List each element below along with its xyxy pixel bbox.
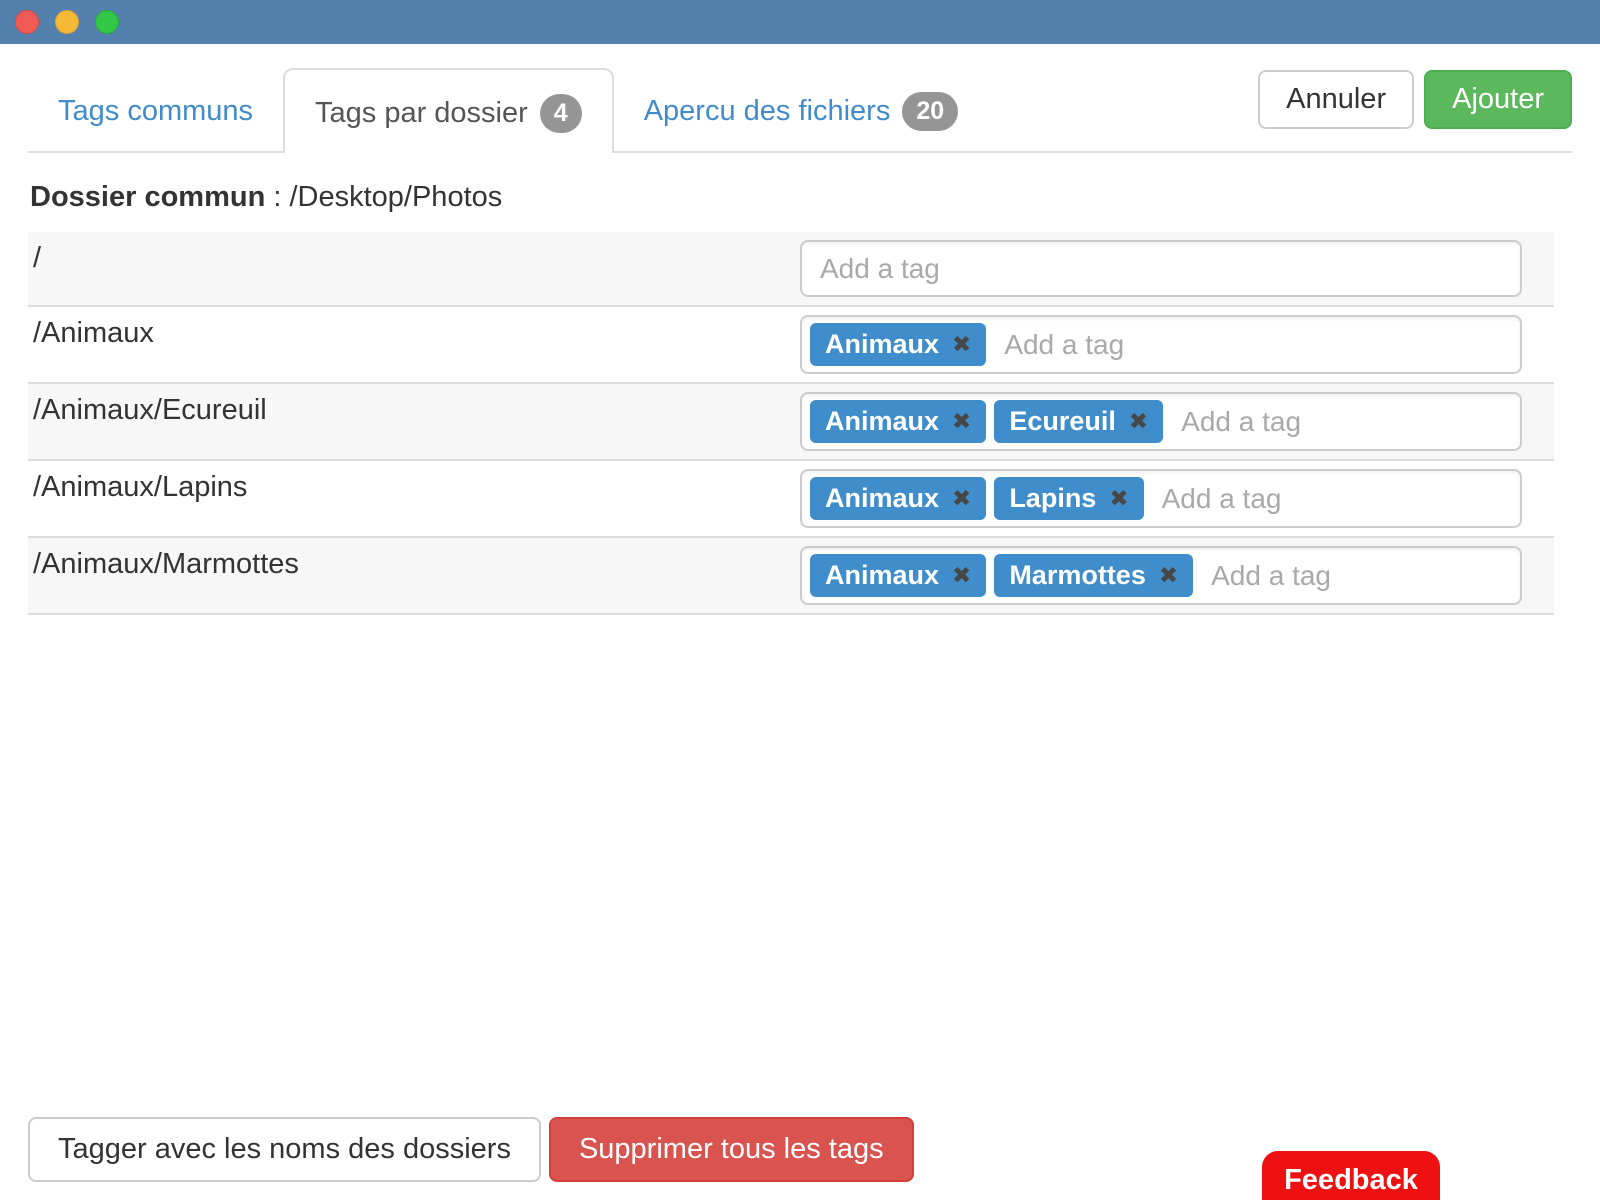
remove-tag-icon[interactable]: ✖ [1109, 487, 1128, 510]
folder-tag-table: / Add a tag/Animaux Animaux ✖ Add a tag/Anim… [28, 232, 1554, 615]
minimize-window-icon[interactable] [55, 10, 79, 34]
folder-path: /Animaux/Marmottes [28, 546, 800, 581]
feedback-button[interactable]: Feedback [1262, 1151, 1440, 1200]
remove-tag-icon[interactable]: ✖ [952, 564, 971, 587]
tag: Marmottes ✖ [994, 554, 1193, 597]
folder-row: / Add a tag [28, 232, 1554, 307]
main-content: Tags communs Tags par dossier 4 Apercu d… [0, 44, 1600, 615]
tab-label: Tags par dossier [315, 97, 528, 130]
tag-input-placeholder: Add a tag [1152, 483, 1282, 515]
tag-label: Lapins [1009, 483, 1096, 514]
zoom-window-icon[interactable] [95, 10, 119, 34]
window-titlebar [0, 0, 1600, 44]
folder-path: /Animaux/Lapins [28, 469, 800, 504]
tab-label: Apercu des fichiers [644, 95, 891, 128]
tag-input-placeholder: Add a tag [994, 329, 1124, 361]
common-folder-heading: Dossier commun : /Desktop/Photos [30, 181, 1572, 214]
tab-tags-par-dossier[interactable]: Tags par dossier 4 [283, 68, 614, 153]
tab-tags-communs[interactable]: Tags communs [28, 68, 283, 151]
close-window-icon[interactable] [15, 10, 39, 34]
tab-label: Tags communs [58, 95, 253, 128]
tag-input[interactable]: Animaux ✖ Add a tag [800, 315, 1522, 374]
tag-input-placeholder: Add a tag [810, 253, 940, 285]
remove-tag-icon[interactable]: ✖ [952, 410, 971, 433]
tag: Animaux ✖ [810, 323, 986, 366]
tag: Lapins ✖ [994, 477, 1143, 520]
folder-path: /Animaux [28, 315, 800, 350]
folder-path: /Animaux/Ecureuil [28, 392, 800, 427]
tag-input[interactable]: Animaux ✖ Ecureuil ✖ Add a tag [800, 392, 1522, 451]
tag-label: Animaux [825, 329, 939, 360]
common-folder-path: /Desktop/Photos [289, 181, 502, 213]
tag-label: Animaux [825, 406, 939, 437]
tag: Animaux ✖ [810, 554, 986, 597]
remove-tag-icon[interactable]: ✖ [952, 487, 971, 510]
common-folder-label: Dossier commun [30, 181, 265, 213]
tab-apercu-des-fichiers[interactable]: Apercu des fichiers 20 [614, 68, 988, 151]
tag: Animaux ✖ [810, 477, 986, 520]
tag-label: Animaux [825, 560, 939, 591]
remove-tag-icon[interactable]: ✖ [1129, 410, 1148, 433]
folder-row: /Animaux/Marmottes Animaux ✖ Marmottes ✖ Add … [28, 538, 1554, 615]
tab-bar: Tags communs Tags par dossier 4 Apercu d… [28, 68, 1572, 153]
cancel-button[interactable]: Annuler [1258, 70, 1414, 129]
tag-input-placeholder: Add a tag [1171, 406, 1301, 438]
heading-separator: : [265, 181, 289, 213]
tag: Ecureuil ✖ [994, 400, 1163, 443]
folder-row: /Animaux/Lapins Animaux ✖ Lapins ✖ Add a tag [28, 461, 1554, 538]
dialog-actions: Annuler Ajouter [1258, 70, 1572, 129]
tag-label: Ecureuil [1009, 406, 1116, 437]
tag-input-placeholder: Add a tag [1201, 560, 1331, 592]
tag-label: Animaux [825, 483, 939, 514]
folder-path: / [28, 240, 800, 275]
tab-count-badge: 20 [902, 92, 958, 132]
tab-count-badge: 4 [540, 94, 582, 134]
folder-row: /Animaux Animaux ✖ Add a tag [28, 307, 1554, 384]
tag-input[interactable]: Animaux ✖ Lapins ✖ Add a tag [800, 469, 1522, 528]
add-button[interactable]: Ajouter [1424, 70, 1572, 129]
folder-row: /Animaux/Ecureuil Animaux ✖ Ecureuil ✖ Add a … [28, 384, 1554, 461]
tag: Animaux ✖ [810, 400, 986, 443]
tag-input[interactable]: Add a tag [800, 240, 1522, 297]
tag-input[interactable]: Animaux ✖ Marmottes ✖ Add a tag [800, 546, 1522, 605]
remove-tag-icon[interactable]: ✖ [952, 333, 971, 356]
tag-label: Marmottes [1009, 560, 1146, 591]
tag-with-folder-names-button[interactable]: Tagger avec les noms des dossiers [28, 1117, 541, 1182]
remove-tag-icon[interactable]: ✖ [1159, 564, 1178, 587]
remove-all-tags-button[interactable]: Supprimer tous les tags [549, 1117, 914, 1182]
footer-actions: Tagger avec les noms des dossiers Suppri… [28, 1117, 914, 1182]
